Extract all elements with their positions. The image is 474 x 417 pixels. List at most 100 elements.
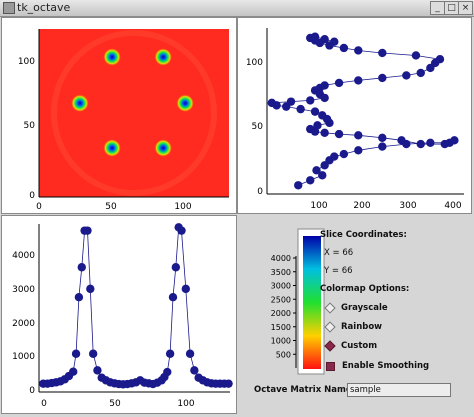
data-point [77, 263, 86, 272]
data-point [320, 81, 329, 90]
data-point [312, 166, 321, 175]
rainbow-label: Rainbow [341, 322, 383, 332]
slice-coordinates-label: Slice Coordinates: [320, 230, 407, 240]
data-point [267, 98, 277, 108]
bl-ytick: 4000 [12, 251, 35, 261]
data-point [306, 176, 315, 185]
data-point [83, 226, 92, 235]
series-line [43, 226, 229, 385]
matrix-name-label: Octave Matrix Name: [254, 385, 356, 395]
enable-smoothing-checkbox[interactable]: Enable Smoothing [324, 361, 429, 371]
bl-xtick: 50 [109, 399, 121, 409]
data-point [313, 121, 322, 130]
colorbar-gradient [303, 236, 321, 369]
bottom-left-profile-panel: 4000 3000 2000 1000 0 0 50 100 [1, 215, 237, 414]
matrix-name-input[interactable] [347, 383, 451, 397]
data-point [185, 349, 195, 358]
custom-radio[interactable]: Custom [324, 340, 378, 352]
data-point [416, 68, 425, 78]
custom-label: Custom [341, 341, 378, 351]
colorbar: 4000 3500 3000 2500 2000 1500 1000 500 [271, 228, 325, 375]
data-point [402, 71, 411, 80]
heatmap-peak [176, 94, 195, 113]
heatmap-panel: 100 50 0 0 50 100 [1, 17, 237, 214]
data-point [320, 35, 329, 44]
data-point [378, 48, 387, 58]
data-point [378, 73, 387, 83]
heatmap-xtick: 0 [36, 202, 42, 212]
data-point [339, 149, 349, 159]
data-point [71, 349, 81, 358]
rainbow-radio[interactable]: Rainbow [324, 321, 383, 333]
window-titlebar[interactable]: tk_octave _ □ × [0, 0, 474, 17]
data-point [168, 292, 178, 302]
data-point [450, 136, 459, 145]
bottom-left-profile-plot[interactable]: 4000 3000 2000 1000 0 0 50 100 [2, 216, 236, 413]
data-point [354, 131, 363, 140]
bl-ytick: 2000 [12, 319, 35, 329]
x-readout: X = 66 [324, 248, 354, 258]
tr-ytick: 0 [257, 187, 263, 197]
bl-ytick: 3000 [12, 285, 35, 295]
top-right-profile-panel: 100 50 0 100 200 300 400 [237, 17, 472, 214]
app-icon[interactable] [3, 2, 15, 14]
heatmap-peak [154, 48, 173, 66]
checkbox-checked-icon [326, 361, 335, 371]
maximize-button[interactable]: □ [444, 1, 459, 15]
data-point [310, 107, 320, 116]
grayscale-radio[interactable]: Grayscale [324, 302, 388, 314]
data-point [171, 263, 181, 272]
data-point [224, 379, 233, 388]
colorbar-tick-label: 500 [276, 350, 291, 359]
heatmap-ytick: 100 [18, 57, 35, 67]
heatmap-xtick: 100 [174, 202, 191, 212]
colorbar-tick-label: 1000 [271, 337, 291, 346]
enable-smoothing-label: Enable Smoothing [342, 361, 430, 371]
tr-ytick: 50 [252, 122, 264, 132]
window-title: tk_octave [17, 1, 71, 14]
top-right-profile-plot[interactable]: 100 50 0 100 200 300 400 [238, 18, 471, 213]
data-point [330, 152, 339, 161]
heatmap-peak [70, 94, 89, 113]
grayscale-label: Grayscale [341, 303, 388, 313]
data-point [177, 226, 186, 235]
data-point [181, 284, 191, 294]
heatmap-plot[interactable]: 100 50 0 0 50 100 [2, 18, 236, 213]
colormap-options-label: Colormap Options: [320, 284, 410, 294]
data-point [93, 366, 102, 375]
heatmap-peak [103, 139, 122, 157]
heatmap-surface [39, 29, 229, 197]
bl-ytick: 1000 [12, 352, 35, 362]
tr-xtick: 100 [310, 201, 327, 211]
colorbar-tick-label: 2500 [271, 295, 291, 304]
heatmap-ytick: 0 [29, 191, 35, 201]
colorbar-tick-label: 4000 [271, 254, 291, 263]
data-point [339, 43, 349, 53]
minimize-button[interactable]: _ [430, 1, 445, 15]
data-point [411, 51, 421, 60]
y-readout: Y = 66 [324, 266, 353, 276]
heatmap-peak [154, 139, 173, 157]
colorbar-panel: 4000 3500 3000 2500 2000 1500 1000 500 [255, 226, 325, 376]
radio-unselected-icon [324, 302, 336, 314]
data-point [426, 138, 435, 148]
data-point [354, 76, 363, 85]
colorbar-tick-label: 3000 [271, 282, 291, 291]
data-point [354, 46, 363, 55]
data-point [440, 139, 449, 149]
colorbar-tick-label: 1500 [271, 323, 291, 332]
data-point [310, 32, 320, 41]
bl-xtick: 100 [177, 399, 194, 409]
colorbar-tick-label: 3500 [271, 268, 291, 277]
heatmap-xtick: 50 [105, 202, 117, 212]
data-point [163, 367, 172, 377]
colorbar-tick-label: 2000 [271, 309, 291, 318]
data-point [397, 136, 406, 145]
bl-ytick: 0 [29, 386, 35, 396]
tr-xtick: 200 [353, 201, 370, 211]
data-point [294, 181, 303, 190]
radio-unselected-icon [324, 321, 336, 333]
data-point [318, 111, 327, 120]
tr-xtick: 400 [444, 201, 461, 211]
close-button[interactable]: × [458, 1, 473, 15]
